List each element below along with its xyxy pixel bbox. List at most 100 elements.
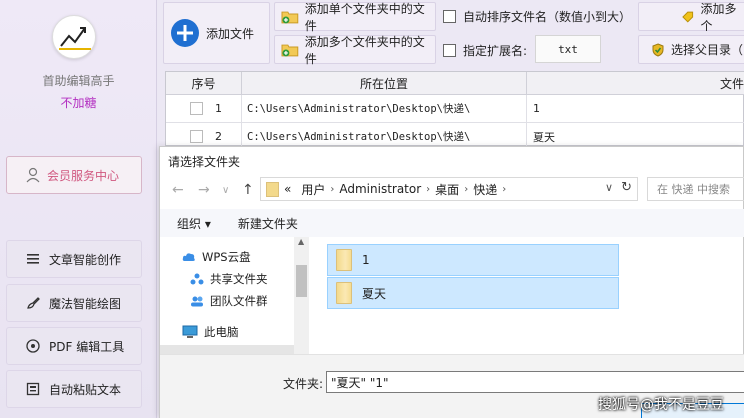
specify-ext-checkbox[interactable]: 指定扩展名:: [443, 42, 527, 59]
tree-item-shared-folder[interactable]: 共享文件夹: [190, 271, 268, 287]
app-name: 首助编辑高手: [42, 74, 115, 88]
pdf-icon: [26, 339, 40, 353]
column-header-file[interactable]: 文件: [527, 72, 744, 95]
command-bar: 组织 ▾ 新建文件夹: [160, 209, 744, 237]
new-folder-button[interactable]: 新建文件夹: [238, 215, 298, 232]
add-single-folder-button[interactable]: 添加单个文件夹中的文件: [274, 1, 436, 33]
scrollbar-thumb[interactable]: [296, 265, 307, 297]
app-logo: [52, 15, 96, 59]
nav-pdf-tools[interactable]: PDF 编辑工具: [6, 327, 142, 365]
nav-label: PDF 编辑工具: [49, 339, 125, 354]
address-bar[interactable]: « 用户 › Administrator › 桌面 › 快递 › ∨ ↻: [260, 177, 638, 201]
column-header-index[interactable]: 序号: [166, 72, 242, 95]
tag-icon: [682, 11, 694, 23]
row-index: 2: [215, 130, 222, 143]
row-index: 1: [215, 102, 222, 115]
organize-button[interactable]: 组织 ▾: [177, 215, 211, 232]
row-path: C:\Users\Administrator\Desktop\快递\: [242, 95, 527, 123]
select-parent-dir-label: 选择父目录（: [671, 43, 744, 57]
folder-plus-icon: [281, 44, 299, 56]
folder-name-input[interactable]: "夏天" "1": [326, 371, 744, 393]
folder-picker-dialog: 请选择文件夹 ← → ∨ ↑ « 用户 › Administrator › 桌面…: [159, 146, 744, 418]
row-file: 1: [527, 95, 744, 123]
brush-icon: [27, 297, 40, 309]
tree-item-label: 此电脑: [204, 325, 239, 339]
refresh-icon[interactable]: ↻: [621, 180, 632, 195]
list-icon: [27, 254, 39, 264]
forward-arrow-icon[interactable]: →: [198, 182, 210, 198]
breadcrumb-item[interactable]: 桌面: [435, 181, 459, 198]
auto-sort-checkbox[interactable]: 自动排序文件名（数值小到大）: [443, 8, 631, 25]
chevron-down-icon[interactable]: ∨: [222, 185, 229, 196]
breadcrumb-separator-icon: ›: [426, 183, 431, 195]
navigation-tree: WPS云盘 共享文件夹 团队文件群 此电脑: [160, 237, 307, 354]
add-file-button[interactable]: 添加文件: [163, 2, 270, 64]
tree-item-team-folder[interactable]: 团队文件群: [190, 293, 268, 309]
add-more-button[interactable]: 添加多个: [638, 1, 744, 33]
back-arrow-icon[interactable]: ←: [172, 182, 184, 198]
plus-circle-icon: [171, 19, 199, 47]
breadcrumb-separator-icon: ›: [330, 183, 335, 195]
column-header-location[interactable]: 所在位置: [242, 72, 527, 95]
folder-item[interactable]: 1: [327, 244, 619, 276]
tree-item-wps-cloud[interactable]: WPS云盘: [182, 249, 251, 265]
row-checkbox[interactable]: [190, 130, 203, 143]
add-multi-folder-button[interactable]: 添加多个文件夹中的文件: [274, 34, 436, 66]
checkbox-box[interactable]: [443, 10, 456, 23]
tree-item-label: 共享文件夹: [210, 272, 268, 286]
folder-icon: [266, 181, 279, 197]
shield-check-icon: [652, 42, 664, 57]
specify-ext-label: 指定扩展名:: [463, 44, 528, 58]
breadcrumb-item[interactable]: 用户: [301, 181, 325, 198]
tree-item-label: WPS云盘: [202, 250, 251, 264]
tree-item-this-pc[interactable]: 此电脑: [182, 324, 239, 340]
add-file-label: 添加文件: [206, 26, 255, 41]
sidebar: 首助编辑高手 不加糖 会员服务中心 文章智能创作 魔法智能绘图 PDF 编辑工具…: [0, 0, 157, 418]
row-index-cell: 1: [166, 95, 242, 123]
share-icon: [190, 273, 204, 285]
tree-scrollbar[interactable]: ▲: [294, 237, 309, 354]
dropdown-chevron-icon[interactable]: ∨: [605, 181, 613, 194]
breadcrumb-separator-icon: ›: [464, 183, 469, 195]
nav-auto-paste[interactable]: 自动粘贴文本: [6, 370, 142, 408]
add-multi-folder-label: 添加多个文件夹中的文件: [304, 34, 425, 66]
user-icon: [26, 167, 40, 183]
watermark-text: 搜狐号@我不是豆豆: [598, 397, 724, 413]
add-single-folder-label: 添加单个文件夹中的文件: [304, 1, 425, 33]
up-arrow-icon[interactable]: ↑: [242, 182, 254, 198]
nav-magic-drawing[interactable]: 魔法智能绘图: [6, 284, 142, 322]
folder-name: 夏天: [362, 286, 387, 301]
nav-label: 文章智能创作: [49, 252, 122, 267]
breadcrumb-prefix: «: [284, 182, 292, 196]
breadcrumb-item[interactable]: Administrator: [339, 182, 421, 196]
tree-item-partial: [160, 345, 294, 354]
breadcrumb-item[interactable]: 快递: [473, 181, 497, 198]
tree-item-label: 团队文件群: [210, 294, 268, 308]
cloud-icon: [182, 253, 195, 261]
computer-icon: [182, 325, 198, 338]
file-table: 序号 所在位置 文件 1 C:\Users\Administrator\Desk…: [165, 71, 744, 151]
breadcrumb-separator-icon: ›: [502, 183, 507, 195]
folder-icon: [336, 282, 352, 304]
member-center-label: 会员服务中心: [47, 168, 120, 183]
search-placeholder: 在 快递 中搜索: [657, 183, 730, 196]
checkbox-box[interactable]: [443, 44, 456, 57]
nav-article-creation[interactable]: 文章智能创作: [6, 240, 142, 278]
row-checkbox[interactable]: [190, 102, 203, 115]
add-more-label: 添加多个: [700, 1, 737, 33]
folder-name-label: 文件夹:: [283, 377, 324, 391]
scroll-up-icon[interactable]: ▲: [298, 237, 304, 246]
member-center-button[interactable]: 会员服务中心: [6, 156, 142, 194]
nav-label: 魔法智能绘图: [49, 296, 122, 311]
extension-input[interactable]: txt: [535, 35, 601, 63]
folder-icon: [336, 249, 352, 271]
app-subtitle: 不加糖: [60, 96, 97, 110]
auto-sort-label: 自动排序文件名（数值小到大）: [463, 10, 632, 24]
folder-plus-icon: [281, 11, 299, 23]
search-box[interactable]: 在 快递 中搜索: [647, 177, 744, 201]
folder-name: 1: [362, 253, 370, 267]
folder-item[interactable]: 夏天: [327, 277, 619, 309]
select-parent-dir-button[interactable]: 选择父目录（: [638, 35, 744, 64]
dialog-title: 请选择文件夹: [168, 155, 241, 169]
paste-icon: [26, 382, 40, 396]
